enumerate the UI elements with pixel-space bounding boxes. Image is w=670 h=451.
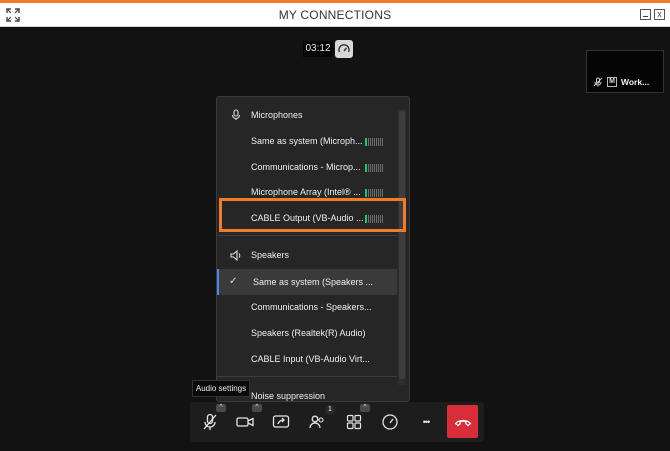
checkmark-icon: ✓ (229, 276, 238, 287)
call-timer: 03:12 (303, 41, 333, 57)
user-initial-badge: M (607, 77, 617, 87)
minimize-button[interactable] (640, 9, 651, 20)
speaker-option-selected[interactable]: ✓ Same as system (Speakers ... (217, 269, 397, 295)
window-title: MY CONNECTIONS (278, 8, 392, 22)
title-bar: MY CONNECTIONS x (0, 3, 670, 27)
mic-level-meter (365, 189, 383, 197)
speaker-option-label: CABLE Input (VB-Audio Virt... (251, 354, 370, 364)
microphone-option-label: Microphone Array (Intel® ... (251, 187, 361, 197)
mic-off-icon (593, 77, 603, 87)
section-divider (217, 376, 397, 377)
noise-suppression-option[interactable]: Noise suppression (251, 391, 325, 401)
grid-layout-icon (346, 414, 362, 430)
more-options-button[interactable]: ••• (414, 410, 438, 434)
share-screen-button[interactable] (269, 410, 293, 434)
share-screen-icon (272, 415, 290, 428)
microphone-option-label: Same as system (Microph... (251, 136, 363, 146)
network-quality-button[interactable] (335, 40, 353, 58)
mic-level-meter (365, 164, 383, 172)
microphones-section-header: Microphones (217, 103, 397, 127)
app-window: MY CONNECTIONS x 03:12 M Work... Microph… (0, 0, 670, 451)
camera-button[interactable] (233, 410, 257, 434)
mic-level-meter (365, 138, 383, 146)
speaker-option-label: Speakers (Realtek(R) Audio) (251, 328, 366, 338)
speedometer-icon (338, 44, 350, 53)
network-stats-button[interactable] (378, 410, 402, 434)
microphone-option[interactable]: Communications - Microp... (217, 154, 397, 180)
close-button[interactable]: x (654, 9, 665, 20)
speaker-option-label: Communications - Speakers... (251, 302, 372, 312)
participants-count-badge: 1 (325, 405, 335, 415)
audio-settings-caret[interactable]: ^ (216, 404, 226, 412)
layout-button[interactable] (342, 410, 366, 434)
speaker-option-label: Same as system (Speakers ... (253, 277, 374, 287)
audio-settings-menu: Microphones Same as system (Microph... C… (216, 96, 410, 402)
microphone-option-label: Communications - Microp... (251, 162, 361, 172)
audio-settings-tooltip: Audio settings (192, 380, 250, 397)
microphones-label: Microphones (251, 110, 303, 120)
speaker-option[interactable]: CABLE Input (VB-Audio Virt... (217, 346, 397, 372)
participants-button[interactable] (305, 410, 329, 434)
speakers-label: Speakers (251, 250, 290, 260)
speedometer-icon (382, 414, 398, 430)
self-view-name: Work... (621, 77, 650, 87)
speaker-option[interactable]: Speakers (Realtek(R) Audio) (217, 320, 397, 346)
menu-scrollbar[interactable] (398, 109, 406, 385)
participants-icon (309, 415, 324, 429)
section-divider (217, 235, 397, 236)
hang-up-button[interactable] (447, 405, 478, 438)
speakers-section-header: Speakers (217, 243, 397, 267)
self-view-tile[interactable]: M Work... (586, 50, 664, 93)
speaker-option[interactable]: Communications - Speakers... (217, 294, 397, 320)
video-settings-caret[interactable]: ^ (252, 404, 262, 412)
microphone-icon (227, 109, 245, 121)
mute-button[interactable] (198, 410, 222, 434)
annotation-highlight-box (219, 198, 406, 232)
scrollbar-thumb[interactable] (399, 111, 405, 379)
mic-off-icon (203, 413, 217, 430)
hang-up-icon (454, 419, 471, 426)
camera-icon (236, 417, 254, 427)
call-toolbar: ^ ^ ^ ••• (190, 402, 484, 442)
self-view-info: M Work... (593, 77, 649, 87)
layout-settings-caret[interactable]: ^ (360, 404, 370, 412)
microphone-option[interactable]: Same as system (Microph... (217, 128, 397, 154)
speaker-icon (227, 249, 245, 261)
